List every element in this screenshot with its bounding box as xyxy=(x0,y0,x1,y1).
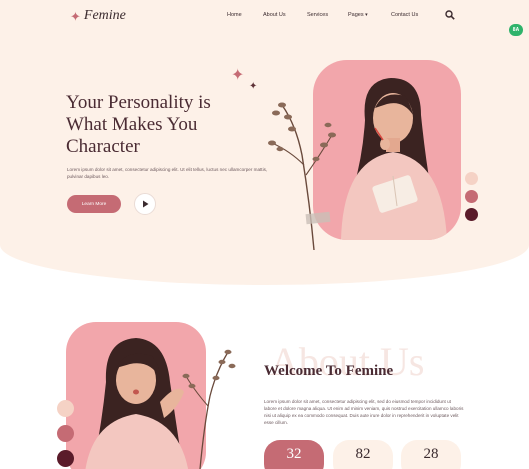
about-swatch-light xyxy=(57,400,74,417)
top-navigation: ✦ Femine Home About Us Services Pages ▾ … xyxy=(0,0,529,32)
nav-item-about-us[interactable]: About Us xyxy=(263,12,286,18)
about-description: Lorem ipsum dolor sit amet, consectetur … xyxy=(264,399,464,425)
hero-title-line-1: Your Personality is xyxy=(66,92,211,113)
sparkle-icon: ✦ xyxy=(231,67,245,84)
hero-title-line-3: Character xyxy=(66,136,140,157)
logo-text: Femine xyxy=(83,8,126,23)
logo[interactable]: ✦ Femine xyxy=(70,8,126,24)
hero-title: Your Personality is What Makes You Chara… xyxy=(66,92,266,158)
stat-value-3: 28 xyxy=(423,446,439,462)
dried-flowers-icon xyxy=(182,349,236,469)
search-icon[interactable] xyxy=(445,10,455,20)
chevron-down-icon: ▾ xyxy=(365,12,368,18)
play-button[interactable] xyxy=(134,193,156,215)
color-swatch-light[interactable] xyxy=(465,172,478,185)
nav-item-contact-us[interactable]: Contact Us xyxy=(391,12,418,18)
play-icon xyxy=(142,200,148,208)
nav-item-home[interactable]: Home xyxy=(227,12,242,18)
nav-item-services[interactable]: Services xyxy=(307,12,328,18)
learn-more-button[interactable]: Learn More xyxy=(67,195,121,213)
sparkle-icon: ✦ xyxy=(249,81,258,92)
about-swatch-dark xyxy=(57,450,74,467)
stat-card-3: 28 xyxy=(401,440,461,469)
about-swatch-rose xyxy=(57,425,74,442)
nav-item-pages-label: Pages xyxy=(348,12,364,18)
about-title: Welcome To Femine xyxy=(264,363,394,379)
hero-title-line-2: What Makes You xyxy=(66,114,198,135)
dried-flowers-icon xyxy=(268,102,336,250)
extension-badge[interactable]: 8A xyxy=(509,24,523,36)
sparkle-icon: ✦ xyxy=(70,8,81,24)
stat-value-1: 32 xyxy=(286,446,302,462)
stat-value-2: 82 xyxy=(355,446,371,462)
hero-description: Lorem ipsum dolor sit amet, consectetur … xyxy=(67,167,268,179)
nav-item-pages[interactable]: Pages ▾ xyxy=(348,12,368,18)
color-swatch-rose[interactable] xyxy=(465,190,478,203)
stat-card-1: 32 xyxy=(264,440,324,469)
stat-card-2: 82 xyxy=(333,440,393,469)
color-swatch-dark[interactable] xyxy=(465,208,478,221)
